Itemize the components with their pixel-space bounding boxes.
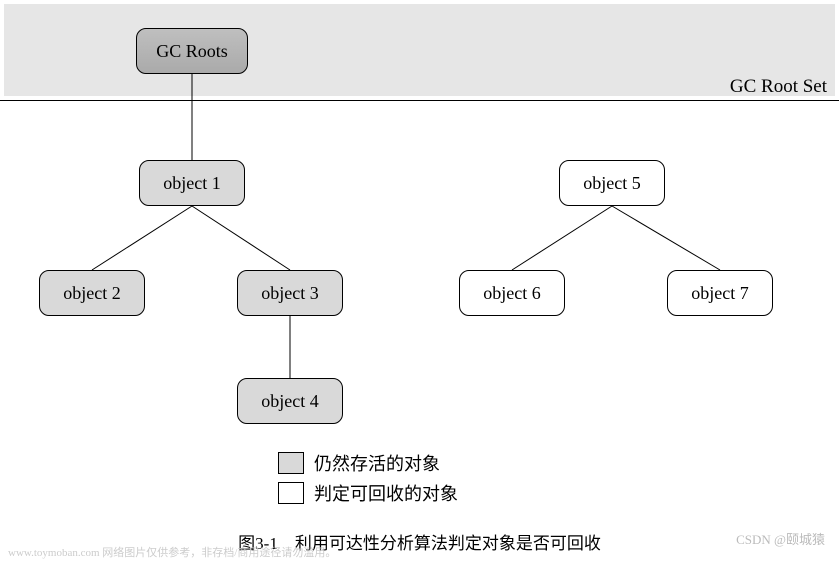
watermark-right: CSDN @颐城猿 [736,529,825,548]
watermark-left: www.toymoban.com 网络图片仅供参考，非存档/商用途径请勿滥用。 [8,544,336,560]
legend-alive-label: 仍然存活的对象 [314,450,440,476]
legend-collectible-label: 判定可回收的对象 [314,480,458,506]
object-4-node: object 4 [237,378,343,424]
root-set-divider [0,100,839,101]
object-5-node: object 5 [559,160,665,206]
object-6-node: object 6 [459,270,565,316]
gc-roots-node: GC Roots [136,28,248,74]
legend-row-collectible: 判定可回收的对象 [278,480,458,506]
object-1-node: object 1 [139,160,245,206]
legend-swatch-alive [278,452,304,474]
object-2-node: object 2 [39,270,145,316]
object-7-node: object 7 [667,270,773,316]
legend: 仍然存活的对象 判定可回收的对象 [278,450,458,510]
gc-root-set-band [4,4,835,96]
legend-row-alive: 仍然存活的对象 [278,450,458,476]
object-3-node: object 3 [237,270,343,316]
gc-root-set-label: GC Root Set [730,76,827,98]
legend-swatch-collectible [278,482,304,504]
